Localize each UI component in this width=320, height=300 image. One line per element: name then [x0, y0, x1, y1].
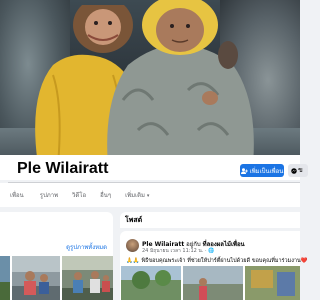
post-images[interactable]: [121, 266, 300, 300]
message-button[interactable]: ข: [288, 164, 308, 177]
post-text: 🙏🙏 พิธีขอบคุณพระเจ้า ที่ช่วยให้ปาร์ตี้ผ่…: [126, 258, 308, 264]
cover-photo[interactable]: [0, 0, 300, 160]
photo-thumbnail[interactable]: [62, 256, 113, 300]
profile-tabs: เพื่อน รูปภาพ วิดีโอ อื่นๆ เพิ่มเติม ▾: [0, 183, 300, 207]
messenger-icon: [291, 167, 297, 174]
photos-card: ดูรูปภาพทั้งหมด: [0, 212, 113, 300]
tab-more[interactable]: เพิ่มเติม ▾: [125, 190, 149, 200]
post-author-avatar[interactable]: [126, 239, 139, 252]
tab-friends[interactable]: เพื่อน: [10, 190, 24, 200]
profile-name[interactable]: Ple Wilairatt: [17, 160, 108, 178]
add-friend-button[interactable]: เพิ่มเป็นเพื่อน: [240, 164, 284, 177]
photos-grid: [0, 256, 113, 300]
add-friend-label: เพิ่มเป็นเพื่อน: [249, 167, 284, 175]
see-all-photos-link[interactable]: ดูรูปภาพทั้งหมด: [66, 242, 107, 252]
feed-title: โพสต์: [125, 216, 143, 224]
tab-more-label: เพิ่มเติม: [125, 192, 145, 199]
chevron-down-icon: ▾: [146, 193, 150, 199]
post-timestamp[interactable]: 24 มิถุนายน เวลา 11:12 น. · 🌐: [142, 247, 214, 255]
photo-thumbnail[interactable]: [0, 256, 10, 300]
tab-other[interactable]: อื่นๆ: [100, 190, 111, 200]
photo-thumbnail[interactable]: [12, 256, 60, 300]
message-label: ข: [298, 166, 303, 174]
add-friend-icon: [240, 167, 248, 174]
tab-videos[interactable]: วิดีโอ: [72, 190, 86, 200]
cover-person-grey-costume: [107, 0, 254, 160]
feed-header-card: [120, 212, 300, 228]
tab-photos[interactable]: รูปภาพ: [40, 190, 58, 200]
